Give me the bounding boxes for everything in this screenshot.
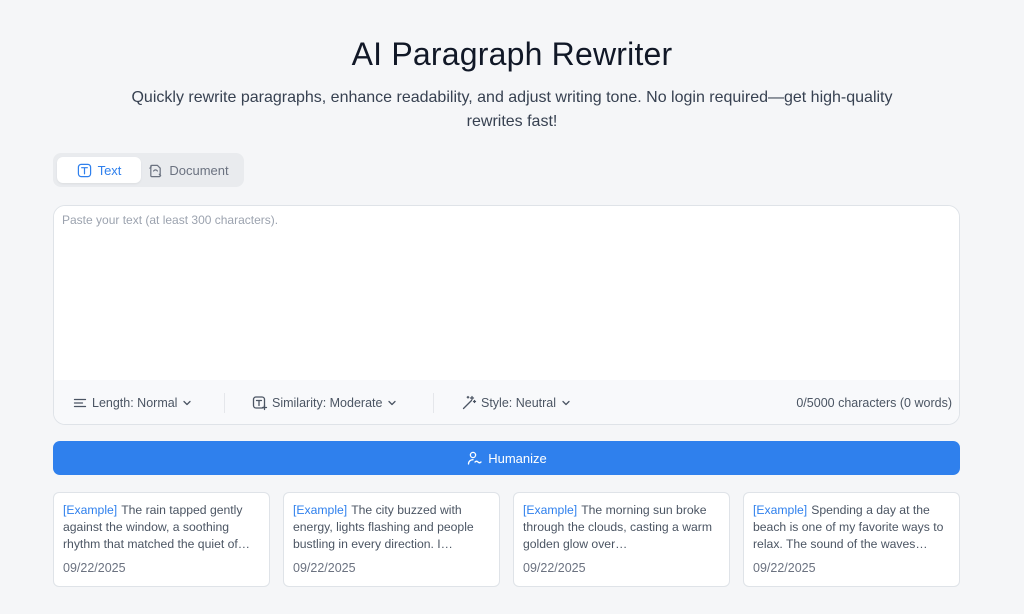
similarity-dropdown[interactable]: Similarity: Moderate [225,395,433,411]
text-editor: Length: Normal Similarity: Moderate [53,205,960,425]
chevron-down-icon [386,397,398,409]
example-card[interactable]: [Example] The city buzzed with energy, li… [283,492,500,587]
example-date: 09/22/2025 [63,561,126,575]
text-input[interactable] [54,206,959,380]
length-dropdown[interactable]: Length: Normal [72,395,224,411]
user-wave-icon [466,450,482,466]
example-date: 09/22/2025 [753,561,816,575]
example-tag: [Example] [523,503,578,517]
tab-text[interactable]: Text [57,157,141,183]
page-title: AI Paragraph Rewriter [351,36,673,72]
page-subtitle: Quickly rewrite paragraphs, enhance read… [131,89,893,130]
chevron-down-icon [560,397,572,409]
text-t-icon [77,163,92,178]
lines-icon [72,395,88,411]
length-label: Length: Normal [92,396,178,410]
tab-document[interactable]: Document [141,157,236,183]
document-icon [148,163,163,178]
character-count: 0/5000 characters (0 words) [796,396,952,410]
example-card[interactable]: [Example] The rain tapped gently against … [53,492,270,587]
example-date: 09/22/2025 [523,561,586,575]
tab-text-label: Text [97,162,122,178]
magic-wand-icon [461,395,477,411]
humanize-label: Humanize [488,450,547,466]
example-date: 09/22/2025 [293,561,356,575]
example-card[interactable]: [Example] The morning sun broke through t… [513,492,730,587]
style-label: Style: Neutral [481,396,557,410]
example-tag: [Example] [293,503,348,517]
example-card[interactable]: [Example] Spending a day at the beach is … [743,492,960,587]
example-tag: [Example] [63,503,118,517]
style-dropdown[interactable]: Style: Neutral [434,395,572,411]
humanize-button[interactable]: Humanize [53,441,960,475]
tab-document-label: Document [169,162,229,178]
example-tag: [Example] [753,503,808,517]
chevron-down-icon [181,397,193,409]
mode-tabs: Text Document [53,153,244,187]
similarity-label: Similarity: Moderate [272,396,383,410]
options-bar: Length: Normal Similarity: Moderate Styl… [54,380,959,424]
text-sparkle-icon [252,395,268,411]
